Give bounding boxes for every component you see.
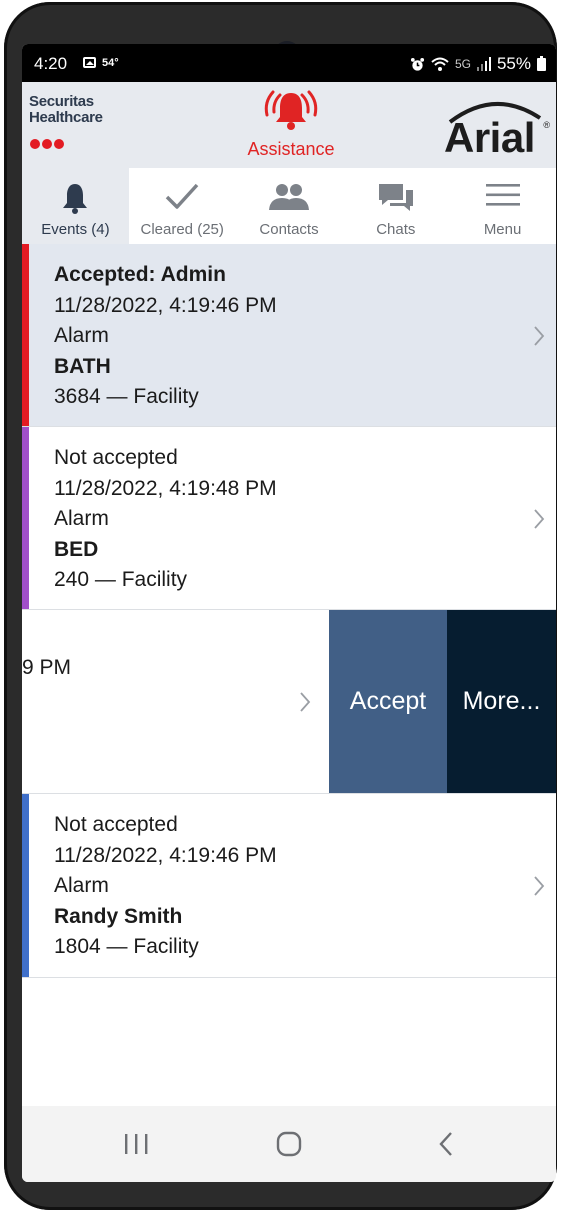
home-icon[interactable]: [259, 1124, 319, 1164]
event-timestamp: 11/28/2022, 4:19:46 PM: [54, 843, 277, 867]
chevron-right-icon: [534, 509, 545, 529]
checkmark-icon: [165, 183, 199, 209]
event-timestamp: 11/28/2022, 4:19:46 PM: [54, 293, 277, 317]
tab-cleared[interactable]: Cleared (25): [129, 168, 236, 244]
brand-line1: Securitas: [29, 93, 94, 110]
event-row[interactable]: Not accepted 11/28/2022, 4:19:46 PM Alar…: [22, 794, 556, 978]
event-status: Not accepted: [54, 813, 178, 836]
arial-logo: Arial ®: [444, 96, 550, 161]
tab-events-label: Events (4): [41, 221, 110, 238]
status-time: 4:20: [34, 54, 68, 73]
signal-icon: [476, 57, 491, 71]
system-nav-bar: [22, 1106, 556, 1182]
contacts-icon: [268, 184, 309, 210]
tab-menu-label: Menu: [483, 221, 522, 238]
logo-mark: ®: [543, 120, 550, 130]
event-detail: 240 — Facility: [54, 568, 188, 591]
app-header: Securitas Healthcare Assistance Arial ®: [22, 82, 556, 168]
back-icon[interactable]: [416, 1124, 476, 1164]
tab-chats-label: Chats: [376, 221, 416, 238]
tab-bar: Events (4) Cleared (25) Contacts Chats M…: [22, 168, 556, 245]
event-row[interactable]: Not accepted 11/28/2022, 4:19:48 PM Alar…: [22, 427, 556, 610]
event-type: Alarm: [54, 324, 109, 347]
event-color-bar: [22, 794, 29, 977]
gallery-icon: [83, 57, 96, 68]
event-detail: 1804 — Facility: [54, 935, 199, 958]
chat-icon: [378, 184, 413, 211]
event-status: Not accepted: [54, 446, 178, 469]
tab-contacts[interactable]: Contacts: [236, 168, 343, 244]
event-location: Randy Smith: [54, 904, 183, 928]
event-timestamp-partial: 9 PM: [22, 656, 72, 679]
brand-logo: Securitas Healthcare: [29, 94, 103, 126]
event-location: BED: [54, 537, 99, 561]
accept-button[interactable]: Accept: [329, 610, 447, 793]
assistance-label: Assistance: [247, 139, 335, 159]
event-timestamp: 11/28/2022, 4:19:48 PM: [54, 476, 277, 500]
tab-menu[interactable]: Menu: [449, 168, 556, 244]
event-detail: 3684 — Facility: [54, 385, 199, 408]
wifi-icon: [431, 57, 449, 71]
event-row[interactable]: Accepted: Admin 11/28/2022, 4:19:46 PM A…: [22, 244, 556, 427]
more-button[interactable]: More...: [447, 610, 556, 793]
brand-line2: Healthcare: [29, 109, 103, 126]
assistance-button[interactable]: Assistance: [231, 88, 351, 160]
chevron-right-icon: [300, 692, 311, 712]
status-temperature: 54°: [102, 57, 119, 69]
battery-percent: 55%: [496, 54, 531, 73]
network-type: 5G: [454, 57, 471, 71]
tab-contacts-label: Contacts: [259, 221, 319, 238]
event-row-swiped[interactable]: 9 PM Accept More...: [22, 610, 556, 794]
event-location: BATH: [54, 354, 111, 378]
battery-icon: [537, 55, 546, 71]
tab-events[interactable]: Events (4): [22, 168, 129, 244]
app-screen: 4:20 54° 5G 55% Securitas Healthcare Ass…: [22, 44, 556, 1182]
status-bar: 4:20 54° 5G 55%: [22, 44, 556, 82]
hamburger-menu-icon: [485, 184, 520, 206]
event-type: Alarm: [54, 874, 109, 897]
recent-apps-icon[interactable]: [106, 1124, 166, 1164]
chevron-right-icon: [534, 326, 545, 346]
brand-dots: [30, 139, 64, 149]
alarm-bell-icon: [264, 90, 318, 130]
status-icons: 5G 55%: [410, 54, 546, 74]
tab-chats[interactable]: Chats: [342, 168, 449, 244]
event-type: Alarm: [54, 507, 109, 530]
bell-icon: [63, 184, 88, 214]
logo-text: Arial: [444, 114, 535, 161]
event-color-bar: [22, 427, 29, 609]
event-color-bar: [22, 244, 29, 426]
event-status: Accepted: Admin: [54, 263, 226, 286]
tab-cleared-label: Cleared (25): [140, 221, 224, 238]
alarm-clock-icon: [410, 57, 425, 71]
chevron-right-icon: [534, 876, 545, 896]
